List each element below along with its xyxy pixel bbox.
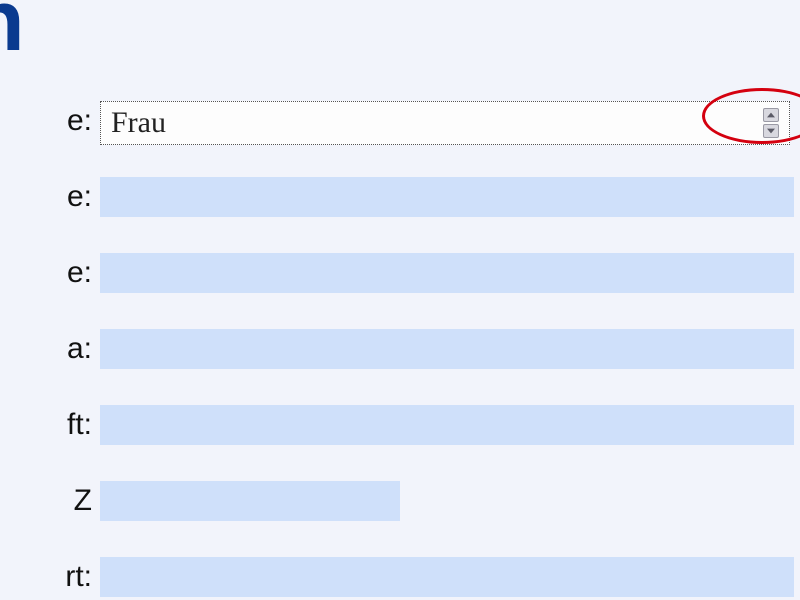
field-label: e:	[0, 104, 100, 138]
chevron-up-icon	[767, 112, 775, 118]
form-row: Z	[0, 478, 800, 524]
form-row: rt:	[0, 554, 800, 600]
field-label: rt:	[0, 560, 100, 594]
text-field[interactable]	[100, 177, 794, 217]
form: e: Frau e: e: a: f	[0, 98, 800, 600]
text-field[interactable]	[100, 405, 794, 445]
text-field-short[interactable]	[100, 481, 400, 521]
page-title-fragment: n	[0, 0, 23, 64]
spinner-down-button[interactable]	[763, 124, 779, 138]
combo-spinner	[763, 108, 781, 138]
field-label: ft:	[0, 408, 100, 442]
form-row-salutation: e: Frau	[0, 98, 800, 144]
field-label: a:	[0, 332, 100, 366]
form-row: e:	[0, 250, 800, 296]
form-row: a:	[0, 326, 800, 372]
salutation-combo[interactable]: Frau	[100, 101, 790, 145]
text-field[interactable]	[100, 253, 794, 293]
form-row: e:	[0, 174, 800, 220]
field-label: e:	[0, 256, 100, 290]
form-row: ft:	[0, 402, 800, 448]
spinner-up-button[interactable]	[763, 108, 779, 122]
text-field[interactable]	[100, 557, 794, 597]
field-label: e:	[0, 180, 100, 214]
field-label: Z	[0, 484, 100, 518]
salutation-value: Frau	[111, 106, 166, 140]
text-field[interactable]	[100, 329, 794, 369]
chevron-down-icon	[767, 128, 775, 134]
